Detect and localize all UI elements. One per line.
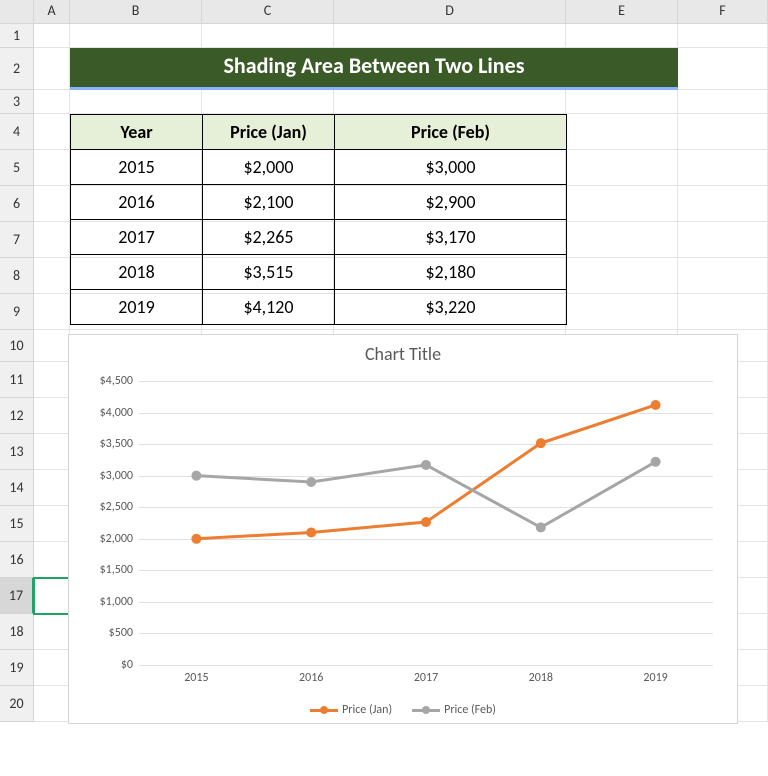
- column-header-C[interactable]: C: [202, 0, 334, 24]
- table-cell[interactable]: $2,000: [203, 150, 335, 185]
- chart-marker[interactable]: [651, 457, 661, 467]
- table-cell[interactable]: $2,265: [203, 220, 335, 255]
- chart-x-tick: 2018: [529, 671, 553, 685]
- column-header-B[interactable]: B: [70, 0, 202, 24]
- table-cell[interactable]: 2015: [71, 150, 203, 185]
- table-cell[interactable]: $3,170: [335, 220, 567, 255]
- table-cell[interactable]: 2019: [71, 290, 203, 325]
- chart-marker[interactable]: [536, 438, 546, 448]
- legend-item[interactable]: Price (Jan): [310, 703, 392, 717]
- table-header: Price (Feb): [335, 115, 567, 150]
- table-cell[interactable]: 2016: [71, 185, 203, 220]
- row-header-13[interactable]: 13: [0, 434, 34, 470]
- chart-y-tick: $4,500: [100, 374, 133, 388]
- row-header-4[interactable]: 4: [0, 114, 34, 150]
- table-cell[interactable]: $2,900: [335, 185, 567, 220]
- column-header-A[interactable]: A: [34, 0, 70, 24]
- select-all-corner[interactable]: [0, 0, 34, 24]
- row-header-9[interactable]: 9: [0, 294, 34, 330]
- chart-title[interactable]: Chart Title: [69, 343, 737, 365]
- row-header-7[interactable]: 7: [0, 222, 34, 258]
- row-headers: 1234567891011121314151617181920: [0, 24, 34, 722]
- row-header-10[interactable]: 10: [0, 330, 34, 362]
- row-header-11[interactable]: 11: [0, 362, 34, 398]
- row-header-15[interactable]: 15: [0, 506, 34, 542]
- chart-y-tick: $1,500: [100, 563, 133, 577]
- spreadsheet-window: ABCDEF 1234567891011121314151617181920 S…: [0, 0, 768, 776]
- table-cell[interactable]: $3,220: [335, 290, 567, 325]
- chart-y-tick: $2,000: [100, 532, 133, 546]
- chart-y-tick: $0: [121, 658, 133, 672]
- legend-label: Price (Feb): [444, 703, 496, 717]
- row-header-20[interactable]: 20: [0, 686, 34, 722]
- row-header-5[interactable]: 5: [0, 150, 34, 186]
- row-header-1[interactable]: 1: [0, 24, 34, 48]
- table-cell[interactable]: 2018: [71, 255, 203, 290]
- chart-x-tick: 2016: [299, 671, 323, 685]
- chart-marker[interactable]: [306, 477, 316, 487]
- chart-plot-area[interactable]: $0$500$1,000$1,500$2,000$2,500$3,000$3,5…: [139, 381, 713, 665]
- column-header-E[interactable]: E: [566, 0, 678, 24]
- chart-series: [139, 381, 713, 665]
- chart-y-tick: $2,500: [100, 500, 133, 514]
- row-header-17[interactable]: 17: [0, 578, 34, 614]
- table-cell[interactable]: $2,100: [203, 185, 335, 220]
- chart-marker[interactable]: [421, 460, 431, 470]
- chart-marker[interactable]: [536, 522, 546, 532]
- chart-y-tick: $3,500: [100, 437, 133, 451]
- row-header-14[interactable]: 14: [0, 470, 34, 506]
- chart-legend[interactable]: Price (Jan) Price (Feb): [69, 700, 737, 717]
- chart-marker[interactable]: [306, 527, 316, 537]
- table-cell[interactable]: $4,120: [203, 290, 335, 325]
- table-cell[interactable]: $2,180: [335, 255, 567, 290]
- chart-marker[interactable]: [651, 400, 661, 410]
- row-header-2[interactable]: 2: [0, 48, 34, 90]
- chart-x-tick: 2015: [184, 671, 208, 685]
- row-header-8[interactable]: 8: [0, 258, 34, 294]
- chart-object[interactable]: Chart Title $0$500$1,000$1,500$2,000$2,5…: [68, 334, 738, 724]
- table-cell[interactable]: 2017: [71, 220, 203, 255]
- chart-marker[interactable]: [421, 517, 431, 527]
- chart-gridline: [139, 665, 713, 666]
- table-cell[interactable]: $3,000: [335, 150, 567, 185]
- column-header-D[interactable]: D: [334, 0, 566, 24]
- column-header-F[interactable]: F: [678, 0, 768, 24]
- chart-marker[interactable]: [191, 534, 201, 544]
- chart-y-tick: $1,000: [100, 595, 133, 609]
- page-title: Shading Area Between Two Lines: [70, 48, 678, 90]
- chart-marker[interactable]: [191, 471, 201, 481]
- row-header-18[interactable]: 18: [0, 614, 34, 650]
- row-header-16[interactable]: 16: [0, 542, 34, 578]
- row-header-19[interactable]: 19: [0, 650, 34, 686]
- chart-y-tick: $4,000: [100, 406, 133, 420]
- table-header: Year: [71, 115, 203, 150]
- legend-item[interactable]: Price (Feb): [412, 703, 496, 717]
- chart-y-tick: $500: [109, 626, 133, 640]
- table-header: Price (Jan): [203, 115, 335, 150]
- chart-y-tick: $3,000: [100, 469, 133, 483]
- row-header-6[interactable]: 6: [0, 186, 34, 222]
- column-headers: ABCDEF: [34, 0, 768, 24]
- chart-x-tick: 2019: [643, 671, 667, 685]
- data-table: YearPrice (Jan)Price (Feb) 2015$2,000$3,0…: [70, 114, 567, 325]
- legend-label: Price (Jan): [342, 703, 392, 717]
- chart-x-tick: 2017: [414, 671, 438, 685]
- row-header-3[interactable]: 3: [0, 90, 34, 114]
- table-cell[interactable]: $3,515: [203, 255, 335, 290]
- row-header-12[interactable]: 12: [0, 398, 34, 434]
